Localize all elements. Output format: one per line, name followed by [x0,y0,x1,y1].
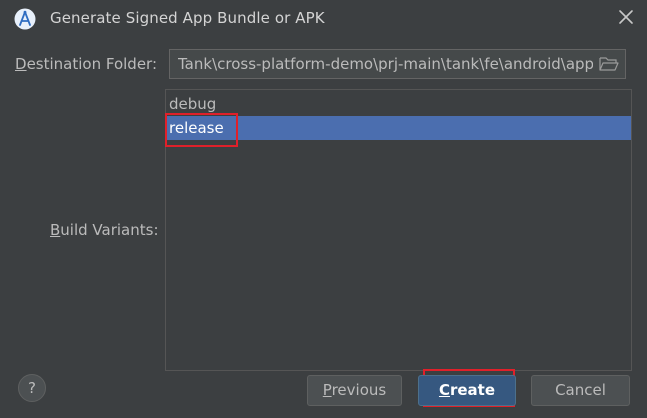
create-button[interactable]: Create [418,375,516,406]
destination-folder-field[interactable]: Tank\cross-platform-demo\prj-main\tank\f… [169,49,626,79]
cancel-button[interactable]: Cancel [531,375,630,406]
android-studio-icon [14,8,36,30]
destination-folder-label: Destination Folder: [15,55,157,73]
folder-icon[interactable] [599,56,619,72]
close-icon[interactable] [615,6,637,28]
generate-signed-bundle-dialog: Generate Signed App Bundle or APK Destin… [0,0,647,418]
build-variants-list[interactable]: debug release [165,89,632,371]
dialog-title: Generate Signed App Bundle or APK [50,9,325,27]
build-variants-label: Build Variants: [50,221,159,239]
variant-item-debug[interactable]: debug [166,92,631,116]
help-button[interactable]: ? [18,374,46,402]
variant-item-release[interactable]: release [166,116,631,140]
destination-folder-value[interactable]: Tank\cross-platform-demo\prj-main\tank\f… [178,55,593,73]
title-bar: Generate Signed App Bundle or APK [0,0,647,36]
previous-button[interactable]: Previous [307,375,402,406]
